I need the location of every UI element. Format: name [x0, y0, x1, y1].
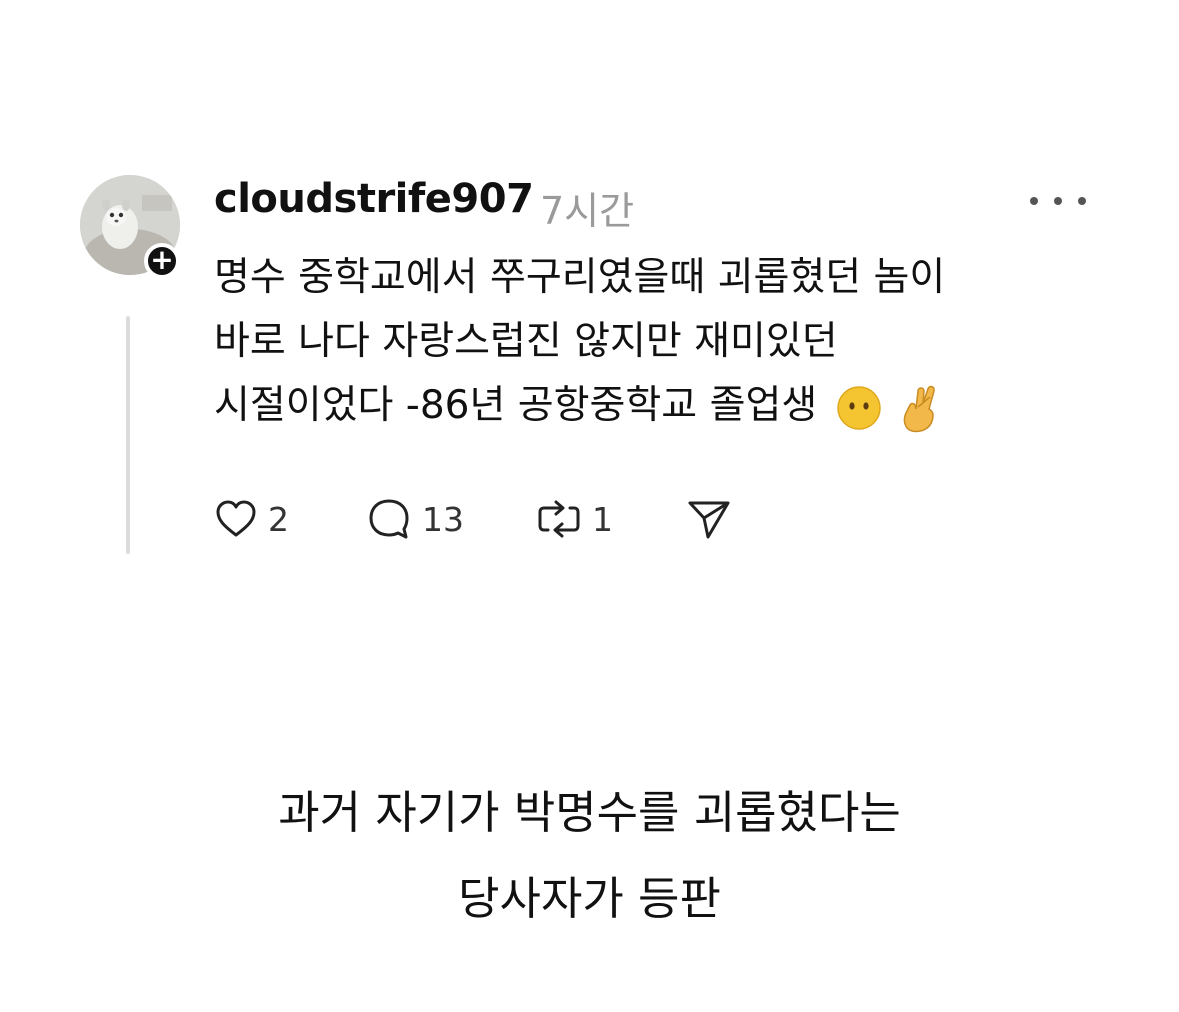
post-text: 명수 중학교에서 쭈구리였을때 괴롭혔던 놈이 — [214, 255, 946, 300]
dot — [1030, 197, 1038, 205]
post-body: 명수 중학교에서 쭈구리였을때 괴롭혔던 놈이 바로 나다 자랑스럽진 않지만 … — [214, 246, 1114, 438]
dot — [1078, 197, 1086, 205]
caption: 과거 자기가 박명수를 괴롭혔다는 당사자가 등판 — [0, 770, 1179, 942]
post-body-line: 명수 중학교에서 쭈구리였을때 괴롭혔던 놈이 — [214, 246, 1114, 310]
post-body-line: 시절이었다 -86년 공항중학교 졸업생 — [214, 374, 1114, 438]
like-count: 2 — [268, 499, 289, 539]
share-button[interactable] — [686, 494, 732, 544]
comment-count: 13 — [422, 499, 464, 539]
heart-icon — [216, 500, 256, 537]
thread-post: + cloudstrife907 7시간 명수 중학교에서 쭈구리였을때 괴롭혔… — [0, 0, 1179, 600]
username[interactable]: cloudstrife907 — [214, 176, 534, 222]
caption-line: 과거 자기가 박명수를 괴롭혔다는 — [278, 786, 901, 839]
post-text: 바로 나다 자랑스럽진 않지만 재미있던 — [214, 319, 838, 364]
caption-line: 당사자가 등판 — [458, 872, 721, 925]
repost-button[interactable]: 1 — [536, 494, 613, 544]
action-bar: 2 13 1 — [214, 494, 774, 544]
more-dots-icon[interactable] — [1030, 186, 1086, 216]
thread-line — [126, 316, 130, 554]
like-button[interactable]: 2 — [214, 494, 289, 544]
post-body-line: 바로 나다 자랑스럽진 않지만 재미있던 — [214, 310, 1114, 374]
follow-button[interactable]: + — [144, 243, 180, 279]
face-without-mouth-emoji — [836, 385, 881, 430]
send-icon — [688, 501, 730, 539]
comment-bubble-icon — [369, 499, 409, 539]
dot — [1054, 197, 1062, 205]
timestamp: 7시간 — [540, 189, 635, 233]
avatar-container[interactable]: + — [80, 175, 180, 279]
repost-icon — [538, 500, 580, 538]
post-text: 시절이었다 -86년 공항중학교 졸업생 — [214, 383, 818, 428]
repost-count: 1 — [592, 499, 613, 539]
crossed-fingers-emoji — [903, 385, 935, 432]
comment-button[interactable]: 13 — [366, 494, 464, 544]
